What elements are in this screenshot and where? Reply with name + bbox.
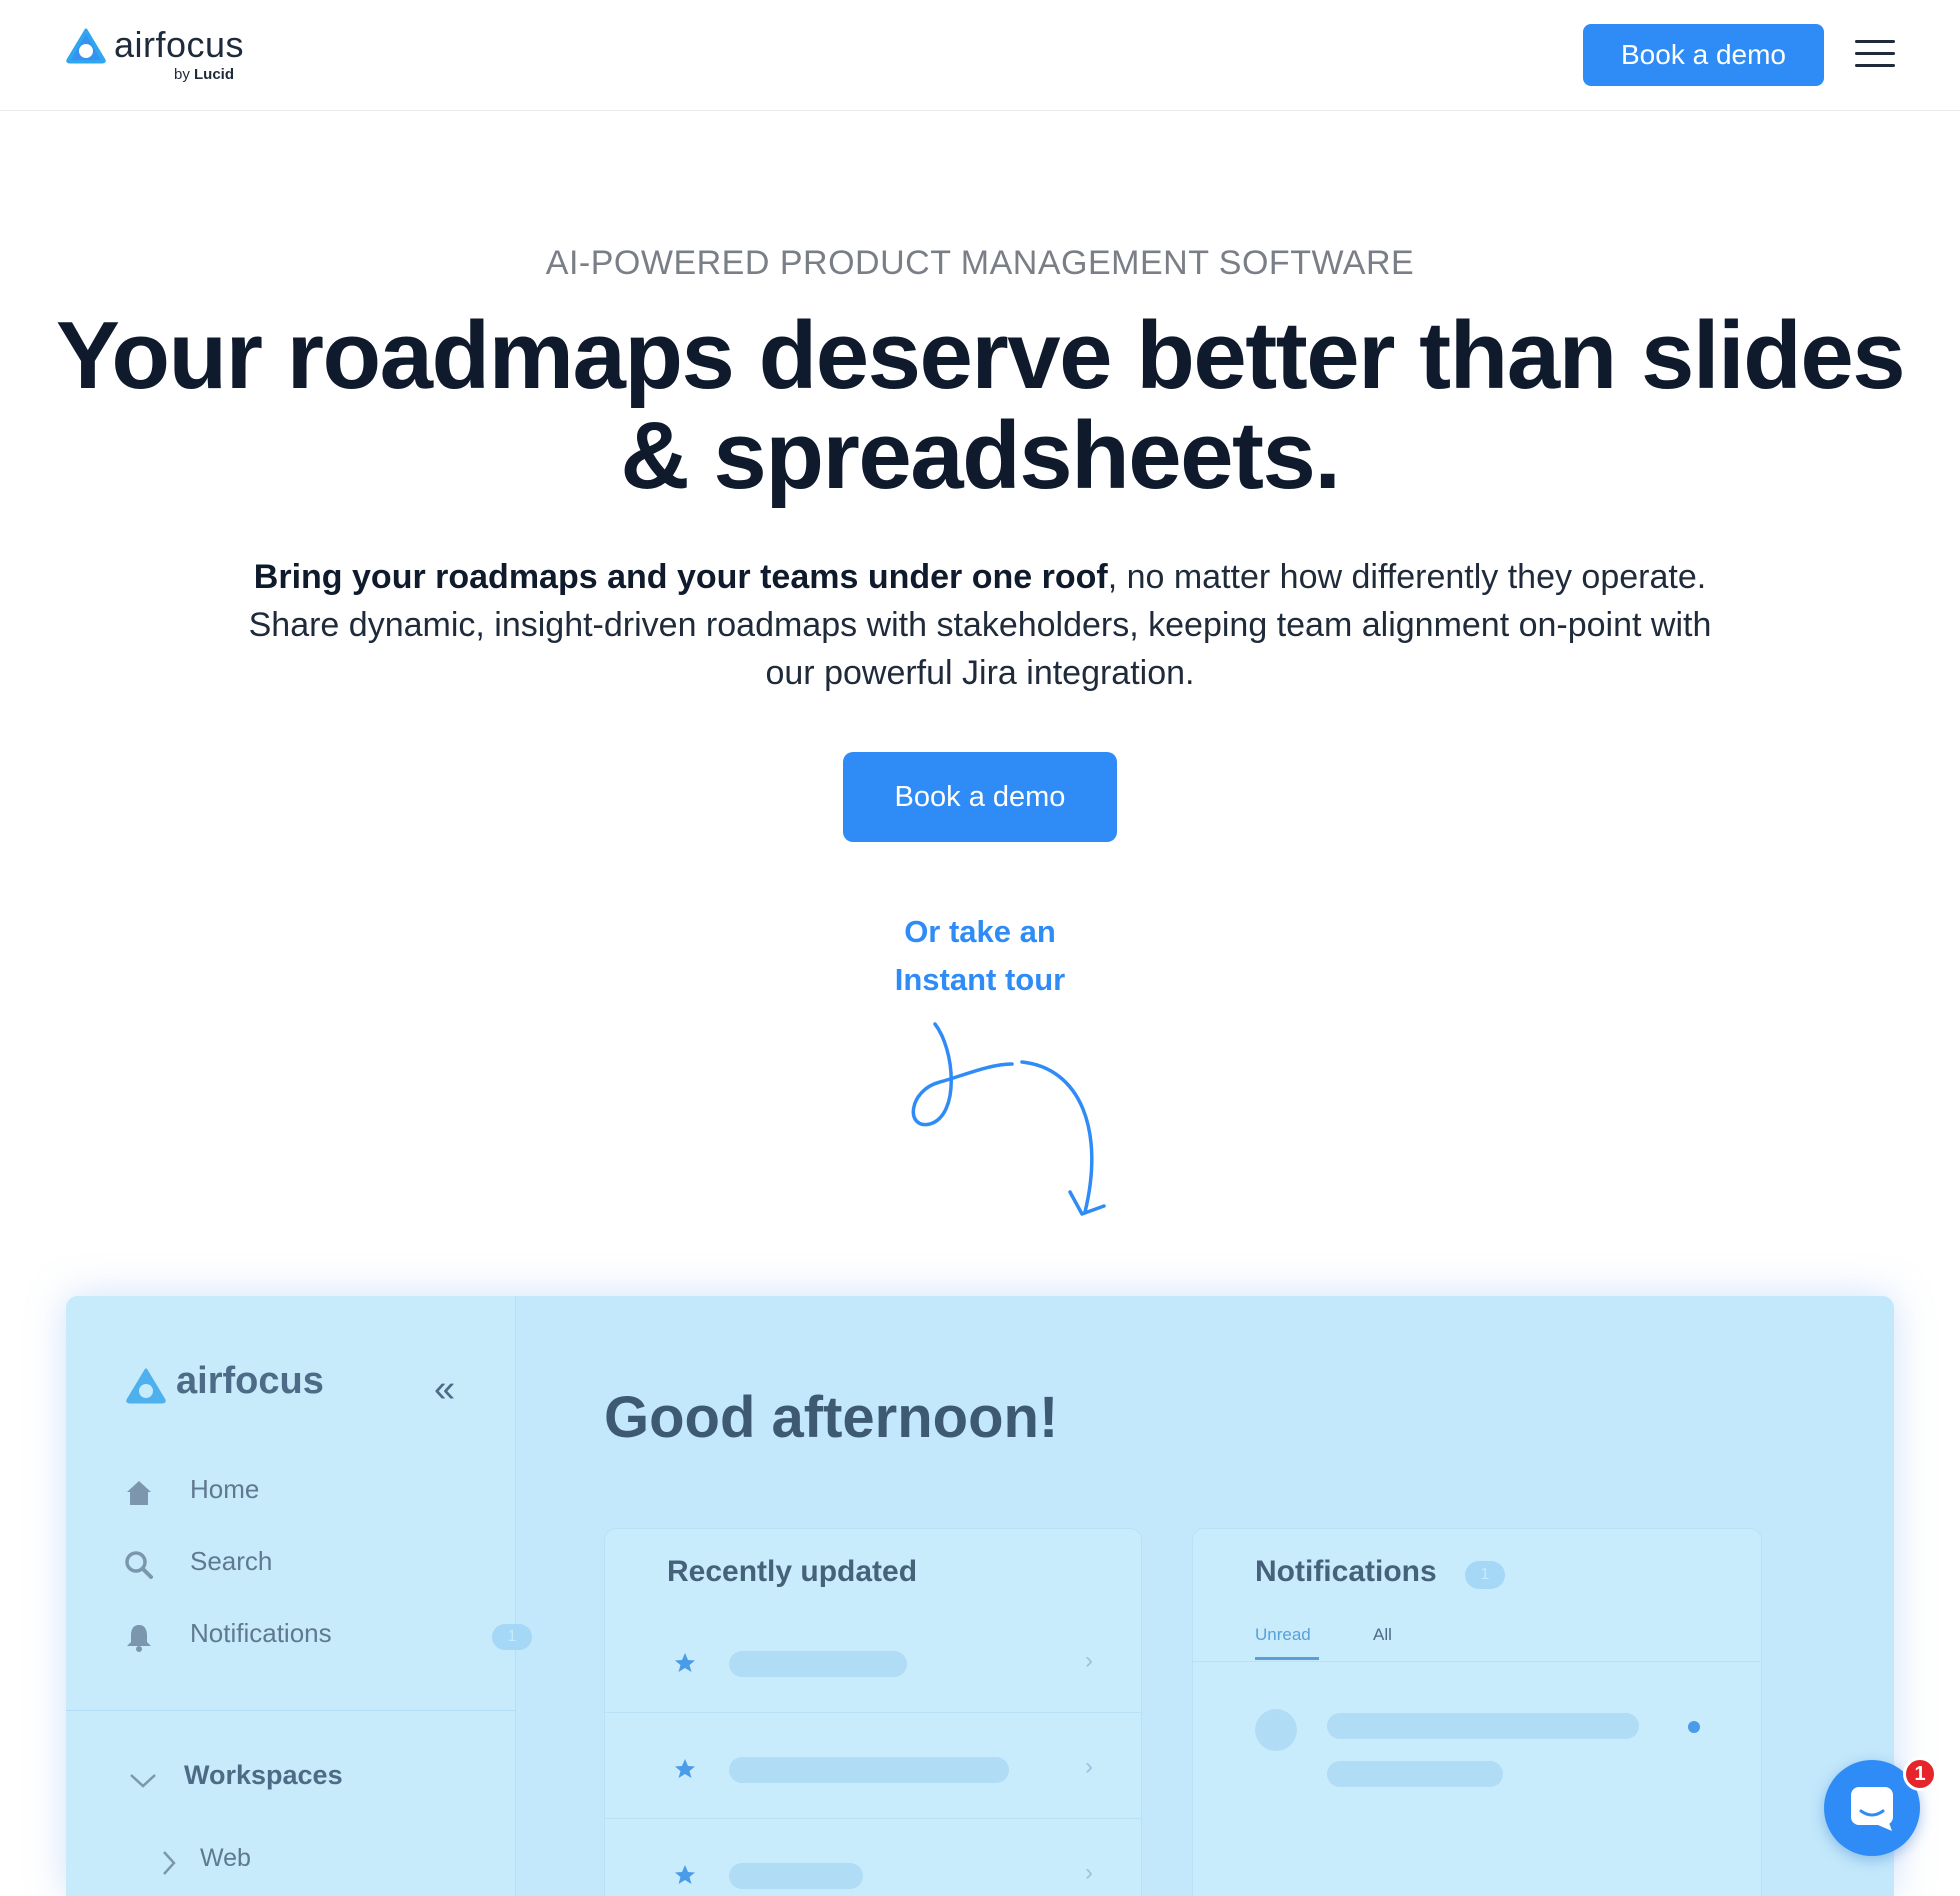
logo-wordmark: airfocus <box>114 24 245 65</box>
chevron-right-icon: › <box>1085 1753 1093 1780</box>
chevron-right-icon: › <box>1085 1647 1093 1674</box>
chevron-right-icon[interactable] <box>160 1849 178 1877</box>
chat-unread-badge: 1 <box>1903 1757 1937 1791</box>
preview-logo-icon <box>126 1368 166 1404</box>
star-icon <box>675 1865 695 1884</box>
instant-tour-link[interactable]: Or take an Instant tour <box>780 908 1180 1004</box>
preview-nav-notifications[interactable]: Notifications 1 <box>124 1614 532 1664</box>
unread-dot <box>1688 1721 1700 1733</box>
placeholder-bar <box>729 1863 863 1889</box>
tabs-divider <box>1193 1661 1761 1662</box>
airfocus-logo-icon <box>66 28 106 64</box>
preview-nav-home[interactable]: Home <box>124 1470 504 1520</box>
home-icon <box>127 1481 151 1505</box>
chat-icon <box>1851 1787 1893 1831</box>
tour-line2: Instant tour <box>894 962 1066 997</box>
list-item[interactable]: › <box>605 1819 1141 1896</box>
placeholder-bar <box>1327 1761 1503 1787</box>
hero-headline-line2: & spreadsheets. <box>620 402 1341 509</box>
logo-byline: by Lucid <box>174 66 235 83</box>
tab-unread-underline <box>1255 1657 1319 1660</box>
placeholder-bar <box>729 1757 1009 1783</box>
star-icon <box>675 1653 695 1672</box>
placeholder-bar <box>1327 1713 1639 1739</box>
notifications-badge: 1 <box>492 1624 532 1650</box>
preview-nav-search[interactable]: Search <box>124 1542 504 1592</box>
star-icon <box>675 1759 695 1778</box>
list-item[interactable]: › <box>605 1607 1141 1713</box>
hero-book-demo-button[interactable]: Book a demo <box>843 752 1117 842</box>
placeholder-bar <box>729 1651 907 1677</box>
site-header: airfocus by Lucid Book a demo <box>0 0 1960 111</box>
hero-subtext: Bring your roadmaps and your teams under… <box>240 553 1720 697</box>
sidebar-divider <box>66 1710 516 1711</box>
notifications-card-title: Notifications <box>1255 1555 1437 1588</box>
product-preview[interactable]: airfocus « Home Search Notifications 1 W… <box>66 1296 1894 1896</box>
notifications-card: Notifications 1 Unread All <box>1192 1528 1762 1896</box>
airfocus-logo[interactable]: airfocus by Lucid <box>66 24 266 86</box>
hero-headline-line1: Your roadmaps deserve better than slides <box>55 302 1906 409</box>
list-item[interactable]: › <box>605 1713 1141 1819</box>
header-book-demo-button[interactable]: Book a demo <box>1583 24 1824 86</box>
curly-arrow-icon <box>911 1022 1106 1216</box>
menu-icon[interactable] <box>1855 40 1895 70</box>
tab-all[interactable]: All <box>1373 1625 1392 1645</box>
chevron-down-icon[interactable] <box>128 1770 158 1790</box>
recently-updated-card: Recently updated › › › <box>604 1528 1142 1896</box>
preview-logo-text: airfocus <box>176 1360 324 1402</box>
search-icon <box>125 1551 153 1579</box>
workspace-item-web[interactable]: Web <box>200 1844 251 1873</box>
preview-logo: airfocus <box>126 1360 386 1414</box>
notifications-count-badge: 1 <box>1465 1561 1505 1589</box>
hero-subtext-bold: Bring your roadmaps and your teams under… <box>253 558 1108 596</box>
tab-unread[interactable]: Unread <box>1255 1625 1311 1645</box>
avatar <box>1255 1709 1297 1751</box>
chevron-right-icon: › <box>1085 1859 1093 1886</box>
preview-nav-label: Notifications <box>190 1618 332 1648</box>
preview-greeting: Good afternoon! <box>604 1385 1059 1450</box>
recently-updated-title: Recently updated <box>667 1555 918 1588</box>
preview-sidebar: airfocus « Home Search Notifications 1 W… <box>66 1296 532 1896</box>
hero-headline: Your roadmaps deserve better than slides… <box>30 306 1930 506</box>
preview-nav-label: Search <box>190 1546 273 1576</box>
tour-line1: Or take an <box>904 914 1056 949</box>
workspaces-heading[interactable]: Workspaces <box>184 1760 343 1791</box>
collapse-sidebar-icon[interactable]: « <box>434 1368 455 1411</box>
bell-icon <box>127 1625 151 1652</box>
hero-eyebrow: AI-POWERED PRODUCT MANAGEMENT SOFTWARE <box>545 244 1415 282</box>
preview-nav-label: Home <box>190 1474 260 1504</box>
